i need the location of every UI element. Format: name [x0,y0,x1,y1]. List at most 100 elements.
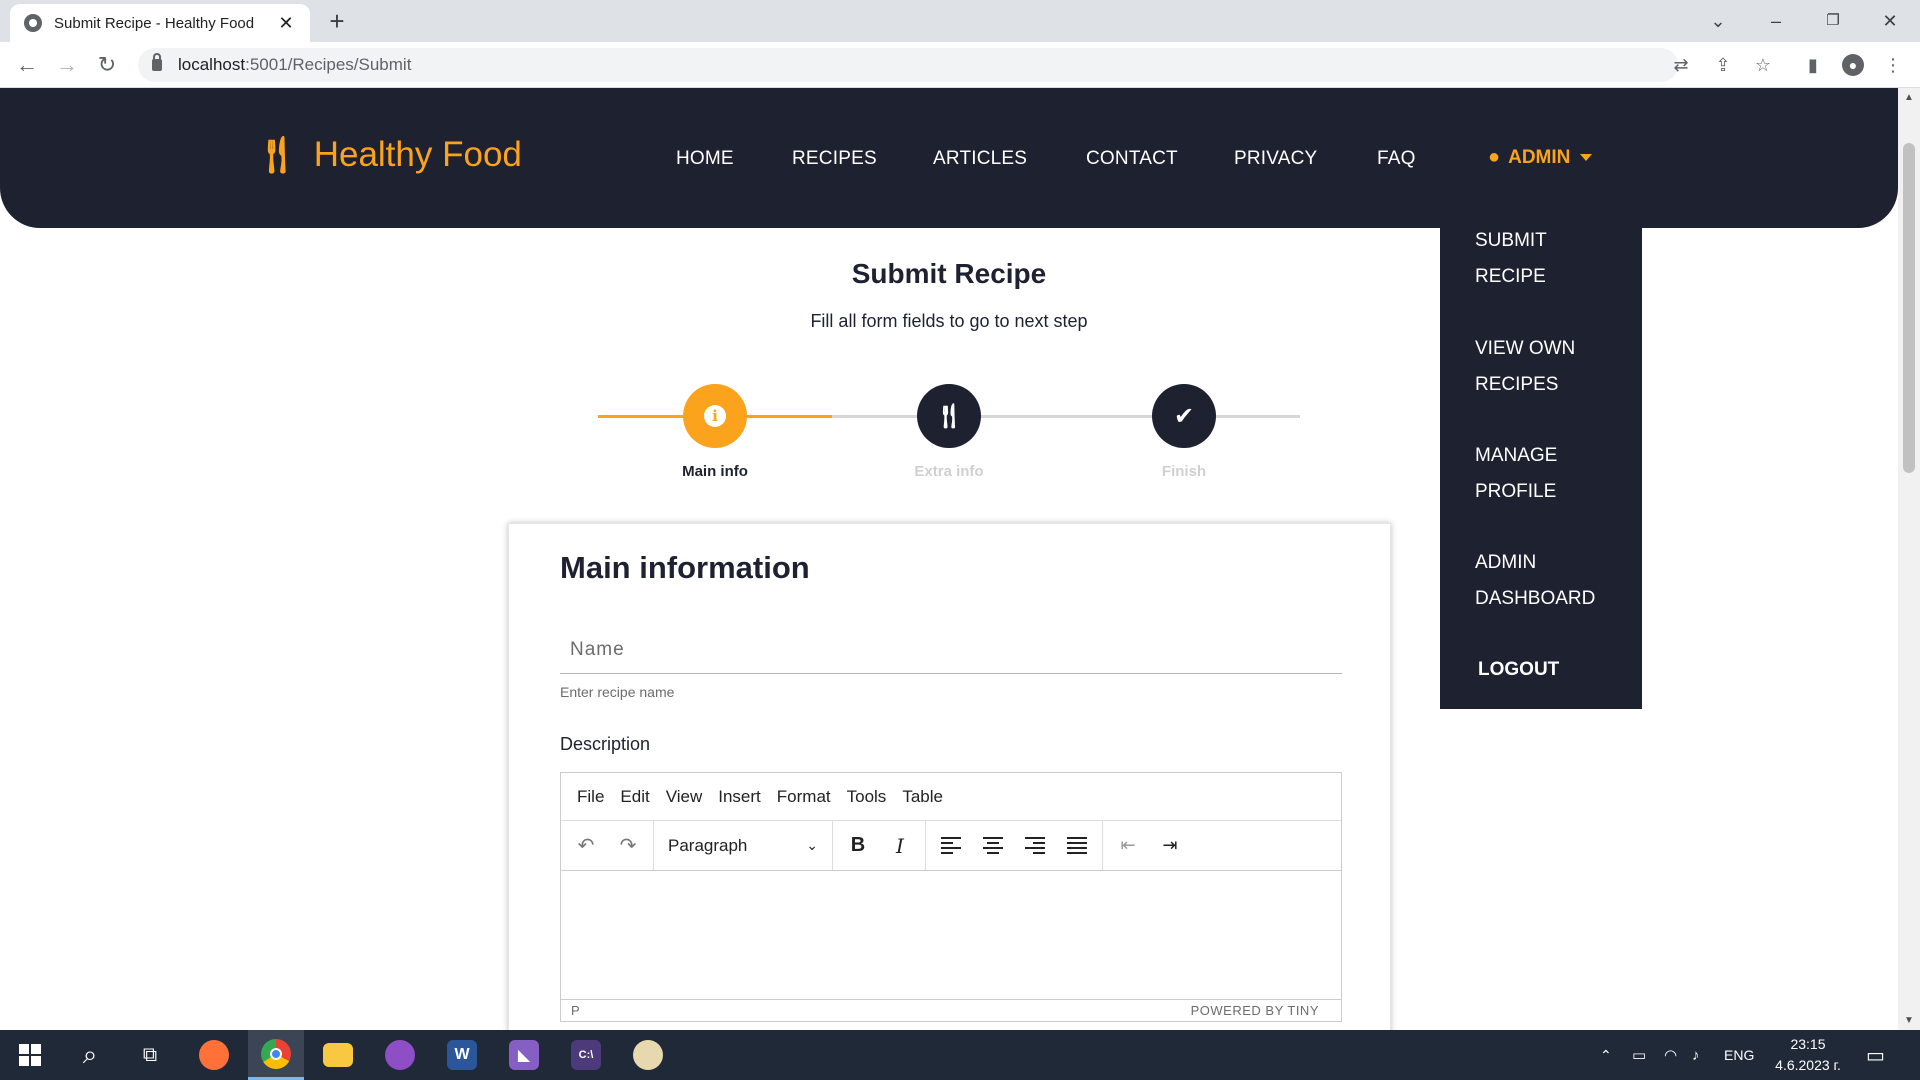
step-main-info[interactable]: i [683,384,747,448]
align-right-icon[interactable] [1014,828,1056,864]
nav-recipes[interactable]: RECIPES [792,148,877,170]
editor-menu-file[interactable]: File [569,787,612,807]
recipe-name-input[interactable] [560,626,1342,674]
dropdown-view-own-recipes[interactable]: VIEW OWN RECIPES [1475,331,1625,403]
browser-tabbar: Submit Recipe - Healthy Food ✕ + ⌄ – ❐ ✕ [0,0,1920,42]
align-left-icon[interactable] [930,828,972,864]
forward-icon[interactable]: → [52,50,82,80]
paint-icon[interactable] [620,1030,676,1080]
profile-avatar-icon[interactable]: ● [1842,54,1864,76]
more-menu-icon[interactable]: ⋮ [1882,54,1904,76]
editor-menu-tools[interactable]: Tools [839,787,895,807]
back-icon[interactable]: ← [12,50,42,80]
undo-icon[interactable]: ↶ [565,828,607,864]
align-justify-icon[interactable] [1056,828,1098,864]
translate-icon[interactable]: ⇄ [1670,54,1692,76]
file-explorer-icon[interactable] [310,1030,366,1080]
close-tab-icon[interactable]: ✕ [276,13,296,34]
editor-menu-edit[interactable]: Edit [612,787,657,807]
form-card: Main information Enter recipe name Descr… [508,523,1391,1043]
firefox-icon[interactable] [186,1030,242,1080]
terminal-icon[interactable]: C:\ [558,1030,614,1080]
indent-group: ⇤ ⇥ [1103,821,1195,870]
network-icon[interactable]: ◠ [1664,1030,1677,1080]
url-text: localhost:5001/Recipes/Submit [178,55,412,74]
editor-menubar: File Edit View Insert Format Tools Table [561,773,1341,821]
step-label-finish: Finish [1161,463,1207,480]
editor-menu-insert[interactable]: Insert [710,787,769,807]
scroll-up-icon[interactable]: ▲ [1898,92,1920,103]
battery-icon[interactable]: ▭ [1632,1030,1646,1080]
dropdown-admin-dashboard[interactable]: ADMIN DASHBOARD [1475,545,1625,617]
date-text: 4.6.2023 г. [1775,1057,1841,1073]
italic-icon[interactable]: I [879,828,921,864]
lock-icon [152,53,162,71]
editor-statusbar: P POWERED BY TINY [561,999,1341,1021]
nav-home[interactable]: HOME [676,148,734,170]
globe-icon [24,14,42,32]
nav-articles[interactable]: ARTICLES [933,148,1027,170]
new-tab-button[interactable]: + [323,7,351,35]
visual-studio-icon[interactable]: ◣ [496,1030,552,1080]
reload-icon[interactable]: ↻ [92,50,122,80]
block-format-value: Paragraph [668,835,748,855]
nav-privacy[interactable]: PRIVACY [1234,148,1317,170]
step-label-extra-info: Extra info [914,463,984,480]
stepper-track-line [832,415,1300,418]
share-icon[interactable]: ⇪ [1712,54,1734,76]
windows-start-icon[interactable] [2,1030,58,1080]
redo-icon[interactable]: ↷ [607,828,649,864]
element-path[interactable]: P [571,1003,580,1018]
task-view-icon[interactable]: ⧉ [122,1030,178,1080]
align-center-icon[interactable] [972,828,1014,864]
dropdown-manage-profile[interactable]: MANAGE PROFILE [1475,438,1625,510]
scroll-thumb[interactable] [1903,143,1915,473]
side-panel-icon[interactable]: ▮ [1802,54,1824,76]
outdent-icon[interactable]: ⇤ [1107,828,1149,864]
editor-menu-format[interactable]: Format [769,787,839,807]
scroll-down-icon[interactable]: ▼ [1898,1015,1920,1026]
rich-text-editor: File Edit View Insert Format Tools Table… [560,772,1342,1022]
github-desktop-icon[interactable] [372,1030,428,1080]
text-style-group: B I [833,821,926,870]
search-icon[interactable]: ⌕ [62,1030,118,1080]
block-format-select[interactable]: Paragraph ⌄ [658,828,828,864]
chrome-icon[interactable] [248,1030,304,1080]
logo-text: Healthy Food [313,135,522,174]
page-scrollbar[interactable]: ▲ ▼ [1898,88,1920,1030]
name-help-text: Enter recipe name [560,684,675,700]
page-subtitle: Fill all form fields to go to next step [810,311,1088,331]
tray-chevron-icon[interactable]: ⌃ [1600,1030,1612,1080]
restore-button[interactable]: ❐ [1815,6,1851,36]
caret-down-icon [1580,154,1593,161]
indent-icon[interactable]: ⇥ [1149,828,1191,864]
address-bar[interactable]: localhost:5001/Recipes/Submit [138,48,1678,82]
tab-title: Submit Recipe - Healthy Food [54,14,255,32]
site-logo[interactable]: 🍴︎ Healthy Food [254,134,522,176]
admin-dropdown-toggle[interactable]: ● ADMIN [1488,146,1593,169]
editor-menu-table[interactable]: Table [894,787,951,807]
clock[interactable]: 23:15 4.6.2023 г. [1768,1034,1848,1076]
dropdown-logout[interactable]: LOGOUT [1478,652,1628,688]
step-extra-info[interactable]: 🍴︎ [917,384,981,448]
editor-content-area[interactable] [561,871,1341,999]
editor-menu-view[interactable]: View [658,787,711,807]
bookmark-star-icon[interactable]: ☆ [1752,54,1774,76]
utensils-icon: 🍴︎ [254,134,300,175]
volume-icon[interactable]: ♪ [1692,1030,1700,1080]
nav-contact[interactable]: CONTACT [1086,148,1178,170]
info-icon: i [704,405,726,427]
nav-faq[interactable]: FAQ [1377,148,1416,170]
close-window-button[interactable]: ✕ [1872,6,1908,36]
utensils-icon: 🍴︎ [933,402,965,430]
alignment-group [926,821,1103,870]
bold-icon[interactable]: B [837,828,879,864]
powered-by-link[interactable]: POWERED BY TINY [1191,1003,1319,1018]
word-icon[interactable]: W [434,1030,490,1080]
language-indicator[interactable]: ENG [1724,1030,1754,1080]
tab-search-icon[interactable]: ⌄ [1700,6,1736,36]
step-finish[interactable]: ✔ [1152,384,1216,448]
browser-tab[interactable]: Submit Recipe - Healthy Food ✕ [10,4,310,42]
minimize-button[interactable]: – [1758,6,1794,36]
notifications-icon[interactable]: ▭ [1866,1030,1885,1080]
